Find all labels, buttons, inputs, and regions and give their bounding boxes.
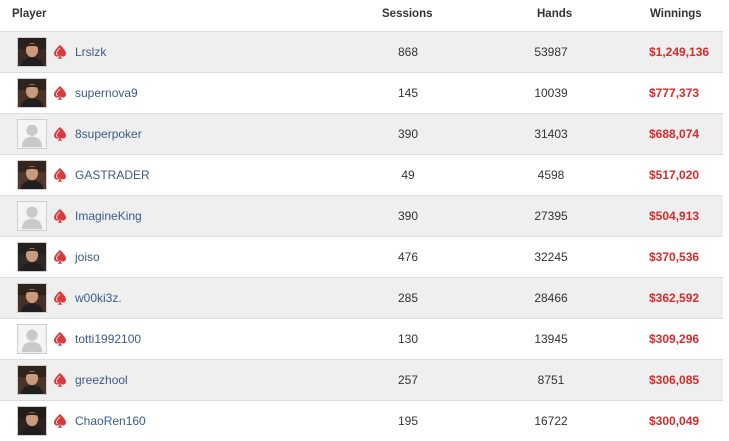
avatar[interactable] xyxy=(17,242,47,272)
spade-icon xyxy=(52,249,68,265)
sessions-cell: 285 xyxy=(397,291,419,305)
spade-icon xyxy=(52,85,68,101)
winnings-cell: $309,296 xyxy=(649,332,700,346)
hands-cell: 28466 xyxy=(534,291,568,305)
table-row[interactable]: greezhool 257 8751 $306,085 xyxy=(0,359,723,400)
winnings-cell: $306,085 xyxy=(649,373,700,387)
header-hands[interactable]: Hands xyxy=(537,8,572,20)
hands-cell: 32245 xyxy=(534,250,568,264)
sessions-cell: 195 xyxy=(397,414,419,428)
spade-icon xyxy=(52,208,68,224)
winnings-cell: $1,249,136 xyxy=(649,45,710,59)
hands-cell: 31403 xyxy=(534,127,568,141)
sessions-cell: 130 xyxy=(397,332,419,346)
spade-icon xyxy=(52,372,68,388)
hands-cell: 27395 xyxy=(534,209,568,223)
sessions-cell: 476 xyxy=(397,250,419,264)
table-row[interactable]: Lrslzk 868 53987 $1,249,136 xyxy=(0,31,723,72)
avatar[interactable] xyxy=(17,365,47,395)
header-player[interactable]: Player xyxy=(12,8,47,20)
spade-icon xyxy=(52,413,68,429)
sessions-cell: 145 xyxy=(397,86,419,100)
player-name-link[interactable]: supernova9 xyxy=(75,86,138,100)
sessions-cell: 49 xyxy=(401,168,415,182)
hands-cell: 10039 xyxy=(534,86,568,100)
player-name-link[interactable]: w00ki3z. xyxy=(75,291,122,305)
table-body: Lrslzk 868 53987 $1,249,136 supernova9 145 100… xyxy=(0,31,729,441)
table-row[interactable]: joiso 476 32245 $370,536 xyxy=(0,236,723,277)
player-name-link[interactable]: totti1992100 xyxy=(75,332,141,346)
spade-icon xyxy=(52,290,68,306)
avatar[interactable] xyxy=(17,283,47,313)
sessions-cell: 390 xyxy=(397,209,419,223)
player-name-link[interactable]: ImagineKing xyxy=(75,209,142,223)
hands-cell: 13945 xyxy=(534,332,568,346)
table-row[interactable]: ChaoRen160 195 16722 $300,049 xyxy=(0,400,723,441)
avatar-placeholder[interactable] xyxy=(17,119,47,149)
spade-icon xyxy=(52,126,68,142)
table-row[interactable]: GASTRADER 49 4598 $517,020 xyxy=(0,154,723,195)
winnings-cell: $362,592 xyxy=(649,291,700,305)
leaderboard: Player Sessions Hands Winnings Lrslzk 868… xyxy=(0,0,729,441)
header-sessions[interactable]: Sessions xyxy=(382,8,433,20)
player-name-link[interactable]: ChaoRen160 xyxy=(75,414,146,428)
sessions-cell: 390 xyxy=(397,127,419,141)
table-header: Player Sessions Hands Winnings xyxy=(0,0,729,31)
player-name-link[interactable]: 8superpoker xyxy=(75,127,142,141)
winnings-cell: $370,536 xyxy=(649,250,700,264)
spade-icon xyxy=(52,331,68,347)
winnings-cell: $300,049 xyxy=(649,414,700,428)
table-row[interactable]: w00ki3z. 285 28466 $362,592 xyxy=(0,277,723,318)
hands-cell: 8751 xyxy=(537,373,565,387)
hands-cell: 4598 xyxy=(537,168,565,182)
player-name-link[interactable]: greezhool xyxy=(75,373,128,387)
player-name-link[interactable]: GASTRADER xyxy=(75,168,150,182)
winnings-cell: $517,020 xyxy=(649,168,700,182)
hands-cell: 16722 xyxy=(534,414,568,428)
winnings-cell: $777,373 xyxy=(649,86,700,100)
avatar[interactable] xyxy=(17,160,47,190)
header-winnings[interactable]: Winnings xyxy=(650,8,702,20)
avatar[interactable] xyxy=(17,37,47,67)
table-row[interactable]: supernova9 145 10039 $777,373 xyxy=(0,72,723,113)
winnings-cell: $504,913 xyxy=(649,209,700,223)
table-row[interactable]: ImagineKing 390 27395 $504,913 xyxy=(0,195,723,236)
table-row[interactable]: totti1992100 130 13945 $309,296 xyxy=(0,318,723,359)
winnings-cell: $688,074 xyxy=(649,127,700,141)
player-name-link[interactable]: joiso xyxy=(75,250,100,264)
sessions-cell: 257 xyxy=(397,373,419,387)
player-name-link[interactable]: Lrslzk xyxy=(75,45,106,59)
avatar[interactable] xyxy=(17,406,47,436)
avatar-placeholder[interactable] xyxy=(17,201,47,231)
spade-icon xyxy=(52,44,68,60)
avatar-placeholder[interactable] xyxy=(17,324,47,354)
sessions-cell: 868 xyxy=(397,45,419,59)
avatar[interactable] xyxy=(17,78,47,108)
table-row[interactable]: 8superpoker 390 31403 $688,074 xyxy=(0,113,723,154)
spade-icon xyxy=(52,167,68,183)
hands-cell: 53987 xyxy=(534,45,568,59)
